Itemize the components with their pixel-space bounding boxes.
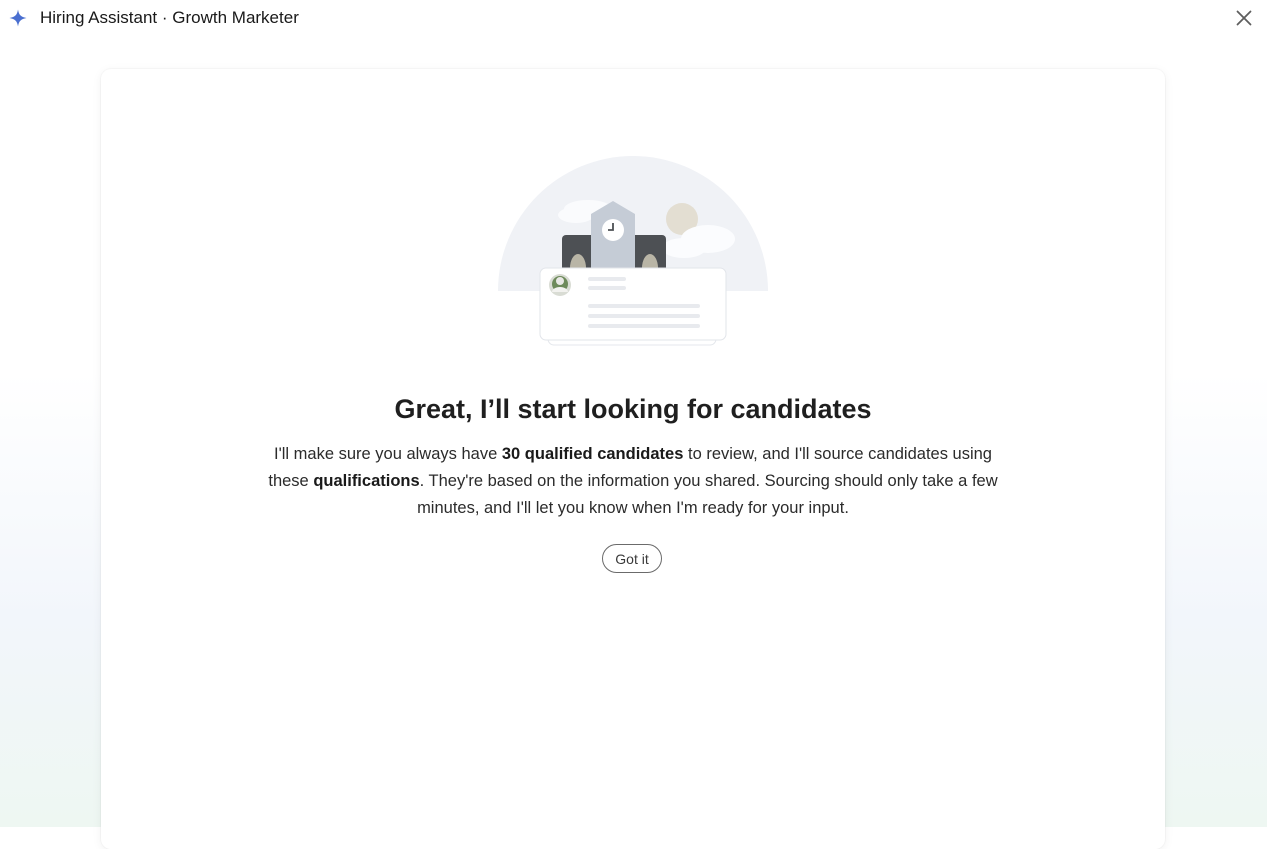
description-part-3: . They're based on the information you s… xyxy=(417,472,998,517)
qualifications-emphasis: qualifications xyxy=(313,472,420,490)
description-text: I'll make sure you always have 30 qualif… xyxy=(256,441,1010,522)
candidate-count-emphasis: 30 qualified candidates xyxy=(501,445,684,463)
description-part-1: I'll make sure you always have xyxy=(274,445,502,463)
window-title: Hiring Assistant · Growth Marketer xyxy=(40,8,299,27)
title-bar: Hiring Assistant · Growth Marketer xyxy=(0,0,1267,36)
close-icon[interactable] xyxy=(1232,6,1256,30)
confirmation-card: Great, I’ll start looking for candidates… xyxy=(101,69,1165,849)
office-building-candidate-card-illustration xyxy=(498,156,768,346)
sparkle-icon xyxy=(9,9,27,27)
page-title: Great, I’ll start looking for candidates xyxy=(394,394,872,424)
got-it-button[interactable]: Got it xyxy=(602,544,662,573)
